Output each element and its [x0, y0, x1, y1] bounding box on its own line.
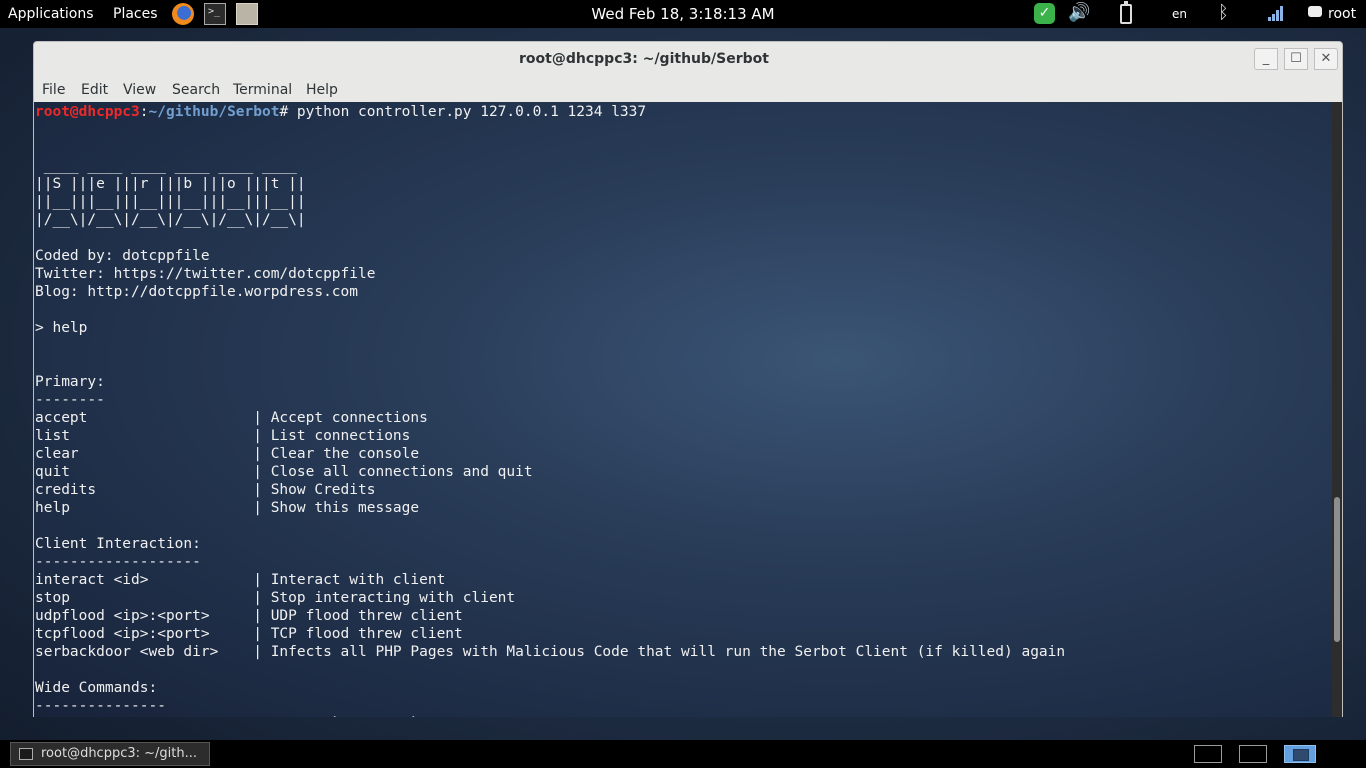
terminal-line: Blog: http://dotcppfile.worpdress.com — [35, 284, 359, 300]
terminal-line: help | Show this message — [35, 500, 420, 516]
terminal-line: udpfloodall <ip>:<port> | Same as `udpfl… — [35, 715, 1065, 717]
terminal-line: --------------- — [35, 698, 166, 714]
terminal-line: Primary: — [35, 374, 105, 390]
terminal-line: credits | Show Credits — [35, 482, 376, 498]
menubar: File Edit View Search Terminal Help — [34, 78, 1342, 102]
workspace-2[interactable] — [1239, 745, 1267, 763]
terminal-line: udpflood <ip>:<port> | UDP flood threw c… — [35, 608, 463, 624]
menu-terminal[interactable]: Terminal — [233, 78, 292, 102]
terminal-line: tcpflood <ip>:<port> | TCP flood threw c… — [35, 626, 463, 642]
prompt-user: root@dhcppc3 — [35, 104, 140, 120]
terminal-line: Client Interaction: — [35, 536, 201, 552]
window-title: root@dhcppc3: ~/github/Serbot — [519, 51, 769, 67]
terminal-line: ------------------- — [35, 554, 201, 570]
terminal-line: ||__|||__|||__|||__|||__|||__|| — [35, 194, 306, 210]
terminal-line: > help — [35, 320, 88, 336]
terminal-line: |/__\|/__\|/__\|/__\|/__\|/__\| — [35, 212, 306, 228]
menu-edit[interactable]: Edit — [81, 78, 108, 102]
prompt-path: ~/github/Serbot — [148, 104, 280, 120]
bottom-panel: root@dhcppc3: ~/gith... — [0, 740, 1366, 768]
workspace-1[interactable] — [1194, 745, 1222, 763]
taskbar-window-label: root@dhcppc3: ~/gith... — [41, 746, 198, 761]
chat-icon[interactable] — [1308, 6, 1322, 17]
prompt-separator: : — [139, 104, 149, 120]
prompt-line: root@dhcppc3:~/github/Serbot# python con… — [35, 103, 1065, 121]
terminal-line: Twitter: https://twitter.com/dotcppfile — [35, 266, 376, 282]
menu-help[interactable]: Help — [306, 78, 338, 102]
terminal-line: interact <id> | Interact with client — [35, 572, 446, 588]
clock[interactable]: Wed Feb 18, 3:18:13 AM — [0, 0, 1366, 28]
volume-icon[interactable]: 🔊 — [1068, 2, 1090, 23]
terminal-window-icon — [19, 748, 33, 760]
scrollbar-thumb[interactable] — [1334, 497, 1340, 642]
terminal-line: clear | Clear the console — [35, 446, 420, 462]
terminal-line: quit | Close all connections and quit — [35, 464, 533, 480]
terminal-line: ||S |||e |||r |||b |||o |||t || — [35, 176, 306, 192]
maximize-button[interactable]: ☐ — [1284, 48, 1308, 70]
terminal-line: serbackdoor <web dir> | Infects all PHP … — [35, 644, 1066, 660]
bluetooth-icon[interactable]: ᛒ — [1218, 2, 1229, 23]
taskbar-window-button[interactable]: root@dhcppc3: ~/gith... — [10, 742, 210, 766]
battery-icon[interactable] — [1120, 1, 1132, 24]
keyboard-language[interactable]: en — [1172, 0, 1187, 28]
signal-icon[interactable] — [1268, 6, 1284, 21]
top-panel: Applications Places Wed Feb 18, 3:18:13 … — [0, 0, 1366, 28]
terminal-line: -------- — [35, 392, 105, 408]
prompt-command: python controller.py 127.0.0.1 1234 l337 — [296, 104, 647, 120]
terminal-line: Wide Commands: — [35, 680, 158, 696]
menu-view[interactable]: View — [123, 78, 156, 102]
window-titlebar[interactable]: root@dhcppc3: ~/github/Serbot _ ☐ ✕ — [34, 42, 1342, 77]
terminal-line: ____ ____ ____ ____ ____ ____ — [35, 158, 297, 174]
minimize-button[interactable]: _ — [1254, 48, 1278, 70]
menu-search[interactable]: Search — [172, 78, 220, 102]
user-menu[interactable]: root — [1328, 0, 1356, 28]
terminal-line: stop | Stop interacting with client — [35, 590, 516, 606]
terminal-line: list | List connections — [35, 428, 411, 444]
shield-icon[interactable]: ✓ — [1034, 3, 1055, 24]
terminal-scrollbar[interactable] — [1332, 102, 1342, 717]
close-button[interactable]: ✕ — [1314, 48, 1338, 70]
terminal-lines: root@dhcppc3:~/github/Serbot# python con… — [35, 103, 1065, 717]
terminal-line: accept | Accept connections — [35, 410, 428, 426]
terminal-output[interactable]: root@dhcppc3:~/github/Serbot# python con… — [34, 102, 1332, 717]
terminal-window: root@dhcppc3: ~/github/Serbot _ ☐ ✕ File… — [33, 41, 1343, 717]
prompt-end: # — [279, 104, 297, 120]
menu-file[interactable]: File — [42, 78, 65, 102]
terminal-line: Coded by: dotcppfile — [35, 248, 210, 264]
workspace-3-active[interactable] — [1284, 745, 1316, 763]
